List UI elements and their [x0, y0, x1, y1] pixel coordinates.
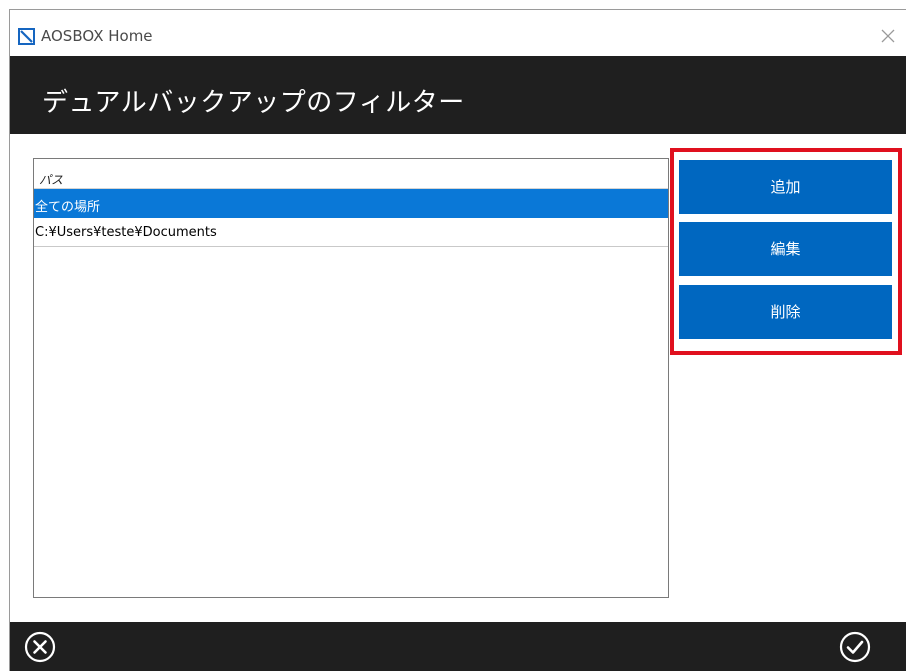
footer-bar [10, 622, 906, 671]
app-logo-icon [18, 28, 35, 45]
list-item-label: 全ての場所 [35, 200, 101, 215]
path-list: パス 全ての場所 C:¥Users¥teste¥Documents [33, 158, 669, 598]
title-bar: AOSBOX Home [10, 10, 906, 55]
window-title: AOSBOX Home [41, 27, 153, 45]
close-icon[interactable] [879, 27, 897, 45]
page-title: デュアルバックアップのフィルター [42, 88, 465, 118]
header-bar: デュアルバックアップのフィルター [10, 56, 906, 134]
circle-check-icon[interactable] [839, 631, 871, 663]
add-button[interactable]: 追加 [679, 160, 892, 214]
column-header-label: パス [39, 173, 64, 187]
list-item[interactable]: 全ての場所 [34, 189, 668, 218]
list-item-label: C:¥Users¥teste¥Documents [35, 225, 217, 240]
delete-button[interactable]: 削除 [679, 285, 892, 339]
edit-button[interactable]: 編集 [679, 222, 892, 276]
action-buttons-highlight: 追加 編集 削除 [670, 148, 902, 355]
dialog-window: AOSBOX Home デュアルバックアップのフィルター パス 全ての場所 C:… [9, 9, 906, 671]
list-column-header[interactable]: パス [34, 159, 668, 189]
list-item[interactable]: C:¥Users¥teste¥Documents [34, 218, 668, 247]
circle-x-icon[interactable] [24, 631, 56, 663]
